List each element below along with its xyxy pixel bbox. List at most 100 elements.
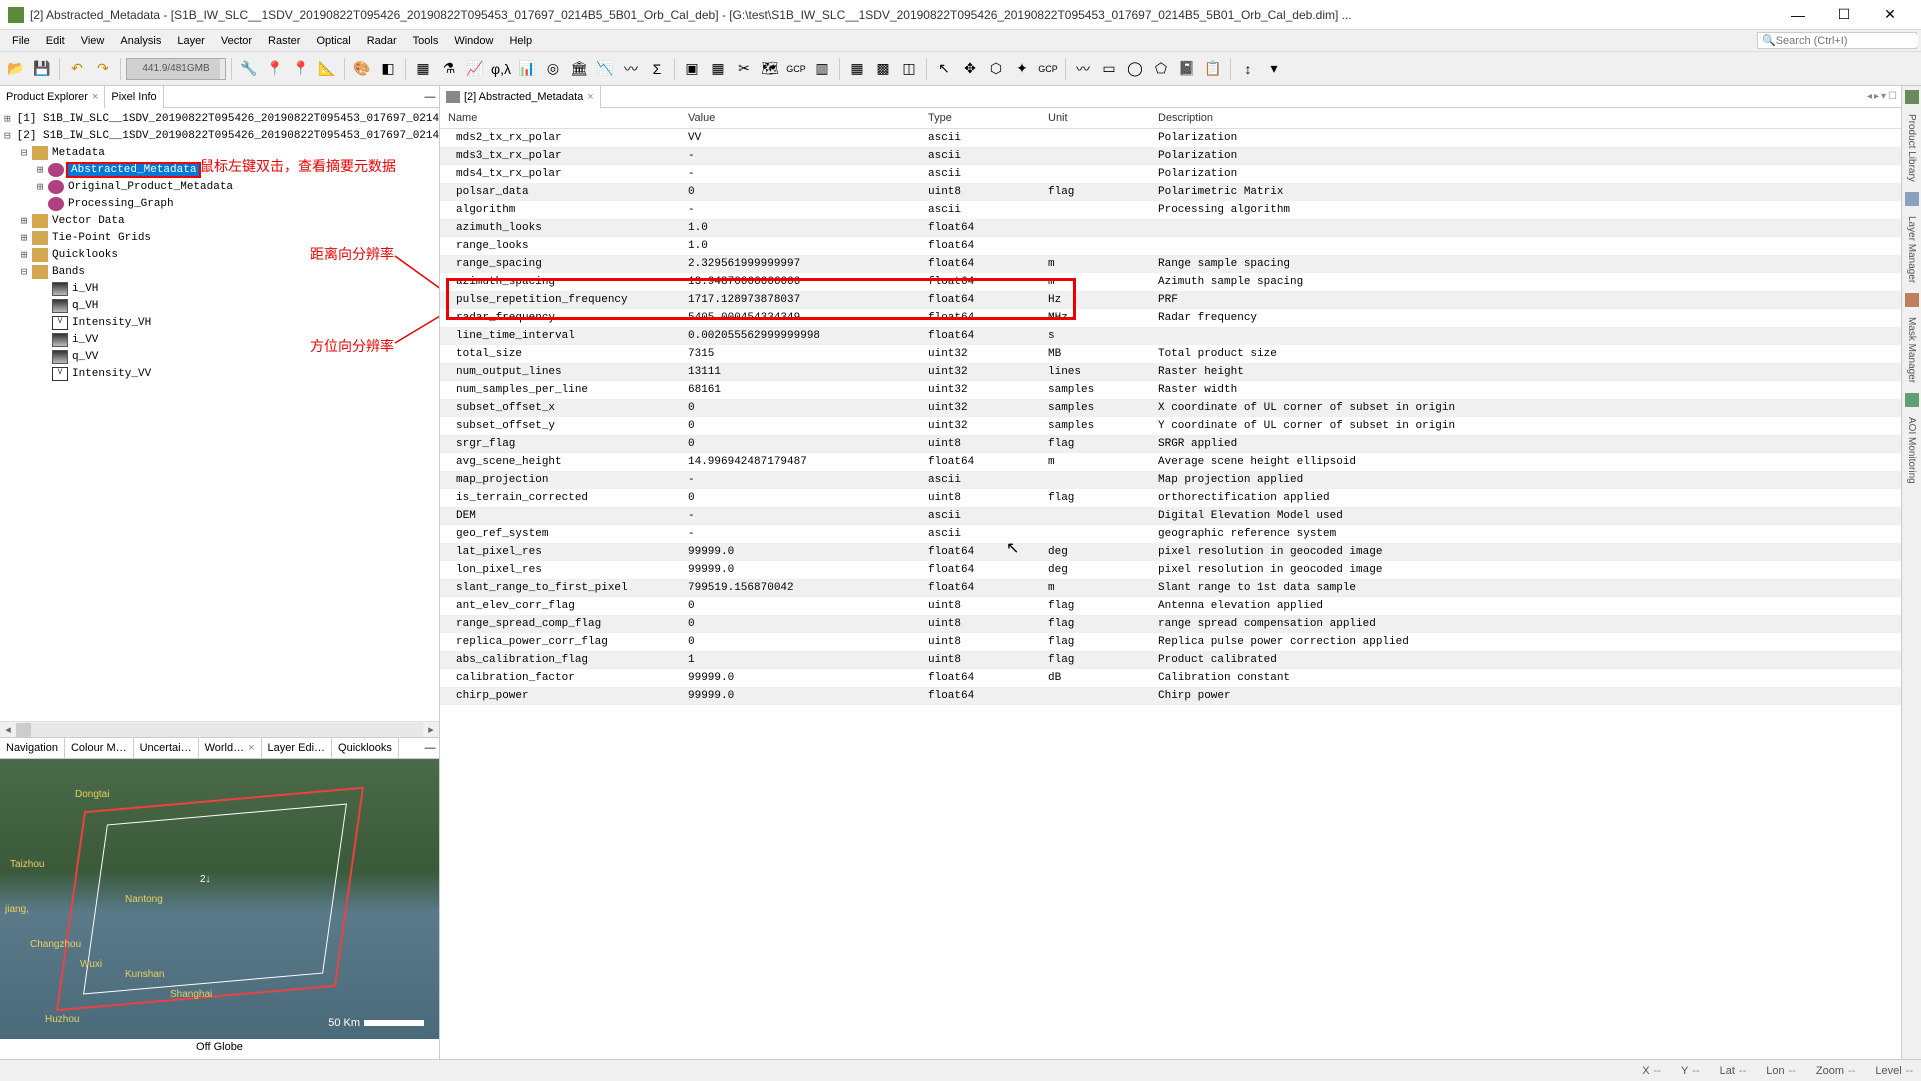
tool-icon[interactable]: ⬡ (984, 57, 1008, 81)
tree-band[interactable]: i_VV (70, 334, 100, 346)
table-row[interactable]: pulse_repetition_frequency1717.128973878… (440, 291, 1901, 309)
tool-icon[interactable]: ◯ (1123, 57, 1147, 81)
tab-colour[interactable]: Colour M… (65, 737, 134, 759)
tool-icon[interactable]: 📓 (1175, 57, 1199, 81)
tab-prev-icon[interactable]: ◂ (1867, 91, 1872, 102)
table-row[interactable]: avg_scene_height14.996942487179487float6… (440, 453, 1901, 471)
table-row[interactable]: range_spacing2.329561999999997float64mRa… (440, 255, 1901, 273)
sidebar-icon[interactable] (1905, 293, 1919, 307)
tool-icon[interactable]: ▣ (680, 57, 704, 81)
tool-icon[interactable]: ✥ (958, 57, 982, 81)
tree-quicklooks[interactable]: Quicklooks (50, 249, 120, 261)
table-row[interactable]: mds2_tx_rx_polarVVasciiPolarization (440, 129, 1901, 148)
tool-icon[interactable]: ⬠ (1149, 57, 1173, 81)
world-map[interactable]: Dongtai Taizhou jiang, Nantong Changzhou… (0, 759, 439, 1039)
gcp-icon[interactable]: GCP (784, 57, 808, 81)
tool-icon[interactable]: ✦ (1010, 57, 1034, 81)
menu-layer[interactable]: Layer (169, 31, 213, 51)
menu-analysis[interactable]: Analysis (112, 31, 169, 51)
tool-icon[interactable]: 📍 (263, 57, 287, 81)
tab-product-explorer[interactable]: Product Explorer × (0, 86, 105, 108)
pointer-icon[interactable]: ↖ (932, 57, 956, 81)
tab-quicklooks[interactable]: Quicklooks (332, 737, 399, 759)
col-description[interactable]: Description (1150, 108, 1901, 129)
redo-icon[interactable]: ↷ (91, 57, 115, 81)
tab-pixel-info[interactable]: Pixel Info (105, 86, 163, 108)
table-row[interactable]: map_projection-asciiMap projection appli… (440, 471, 1901, 489)
minimize-panel-icon[interactable]: — (421, 742, 439, 754)
tool-icon[interactable]: ◫ (897, 57, 921, 81)
menu-raster[interactable]: Raster (260, 31, 308, 51)
table-row[interactable]: azimuth_spacing13.94870666666666float64m… (440, 273, 1901, 291)
tree-product-1[interactable]: [1] S1B_IW_SLC__1SDV_20190822T095426_201… (15, 113, 439, 125)
table-row[interactable]: DEM-asciiDigital Elevation Model used (440, 507, 1901, 525)
chart-icon[interactable]: 📈 (463, 57, 487, 81)
tool-icon[interactable]: ▥ (810, 57, 834, 81)
tree-product-2[interactable]: [2] S1B_IW_SLC__1SDV_20190822T095426_201… (15, 130, 439, 142)
tree-vector-data[interactable]: Vector Data (50, 215, 127, 227)
tree-band[interactable]: Intensity_VH (70, 317, 153, 329)
menu-edit[interactable]: Edit (38, 31, 73, 51)
table-row[interactable]: subset_offset_x0uint32samplesX coordinat… (440, 399, 1901, 417)
layer-icon[interactable]: ▦ (411, 57, 435, 81)
tool-icon[interactable]: 〰 (619, 57, 643, 81)
minimize-panel-icon[interactable]: — (421, 91, 439, 103)
tool-icon[interactable]: 📉 (593, 57, 617, 81)
tree-metadata[interactable]: Metadata (50, 147, 107, 159)
menu-optical[interactable]: Optical (308, 31, 358, 51)
save-icon[interactable]: 💾 (30, 57, 54, 81)
table-row[interactable]: replica_power_corr_flag0uint8flagReplica… (440, 633, 1901, 651)
col-value[interactable]: Value (680, 108, 920, 129)
table-row[interactable]: mds4_tx_rx_polar-asciiPolarization (440, 165, 1901, 183)
close-icon[interactable]: × (587, 91, 593, 103)
gcp-icon[interactable]: GCP (1036, 57, 1060, 81)
vtab-layer-manager[interactable]: Layer Manager (1904, 212, 1919, 287)
menu-tools[interactable]: Tools (405, 31, 447, 51)
target-icon[interactable]: ◎ (541, 57, 565, 81)
tool-icon[interactable]: ▭ (1097, 57, 1121, 81)
tool-icon[interactable]: 🏛 (567, 57, 591, 81)
table-row[interactable]: srgr_flag0uint8flagSRGR applied (440, 435, 1901, 453)
tool-icon[interactable]: ▦ (845, 57, 869, 81)
tool-icon[interactable]: 〰 (1071, 57, 1095, 81)
menu-help[interactable]: Help (501, 31, 540, 51)
vtab-mask-manager[interactable]: Mask Manager (1904, 313, 1919, 387)
tool-icon[interactable]: 📍 (289, 57, 313, 81)
scroll-right-icon[interactable]: ▸ (423, 723, 439, 736)
tool-icon[interactable]: ↕ (1236, 57, 1260, 81)
table-row[interactable]: num_samples_per_line68161uint32samplesRa… (440, 381, 1901, 399)
tab-dropdown-icon[interactable]: ▾ (1881, 91, 1886, 102)
search-input[interactable] (1776, 35, 1918, 47)
table-row[interactable]: lon_pixel_res99999.0float64degpixel reso… (440, 561, 1901, 579)
tool-icon[interactable]: 📋 (1201, 57, 1225, 81)
palette-icon[interactable]: 🎨 (350, 57, 374, 81)
table-row[interactable]: range_spread_comp_flag0uint8flagrange sp… (440, 615, 1901, 633)
tool-icon[interactable]: ▦ (706, 57, 730, 81)
table-row[interactable]: is_terrain_corrected0uint8flagorthorecti… (440, 489, 1901, 507)
table-row[interactable]: polsar_data0uint8flagPolarimetric Matrix (440, 183, 1901, 201)
tree-processing-graph[interactable]: Processing_Graph (66, 198, 176, 210)
histogram-icon[interactable]: 📊 (515, 57, 539, 81)
tree-original-metadata[interactable]: Original_Product_Metadata (66, 181, 235, 193)
tree-tiepoint-grids[interactable]: Tie-Point Grids (50, 232, 153, 244)
vtab-product-library[interactable]: Product Library (1904, 110, 1919, 186)
search-box[interactable]: 🔍 (1757, 32, 1917, 49)
menu-view[interactable]: View (73, 31, 113, 51)
table-row[interactable]: chirp_power99999.0float64Chirp power (440, 687, 1901, 705)
table-row[interactable]: lat_pixel_res99999.0float64degpixel reso… (440, 543, 1901, 561)
table-row[interactable]: num_output_lines13111uint32linesRaster h… (440, 363, 1901, 381)
tool-icon[interactable]: 🗺 (758, 57, 782, 81)
table-row[interactable]: range_looks1.0float64 (440, 237, 1901, 255)
sidebar-icon[interactable] (1905, 192, 1919, 206)
menu-file[interactable]: File (4, 31, 38, 51)
tab-uncertainty[interactable]: Uncertai… (134, 737, 199, 759)
table-row[interactable]: mds3_tx_rx_polar-asciiPolarization (440, 147, 1901, 165)
tree-hscroll[interactable]: ◂ ▸ (0, 721, 439, 737)
table-row[interactable]: algorithm-asciiProcessing algorithm (440, 201, 1901, 219)
minimize-button[interactable]: — (1775, 0, 1821, 30)
product-tree[interactable]: ⊞[1] S1B_IW_SLC__1SDV_20190822T095426_20… (0, 108, 439, 721)
vtab-aoi-monitoring[interactable]: AOI Monitoring (1904, 413, 1919, 488)
table-row[interactable]: ant_elev_corr_flag0uint8flagAntenna elev… (440, 597, 1901, 615)
menu-vector[interactable]: Vector (213, 31, 260, 51)
tab-maximize-icon[interactable]: ☐ (1888, 91, 1897, 102)
